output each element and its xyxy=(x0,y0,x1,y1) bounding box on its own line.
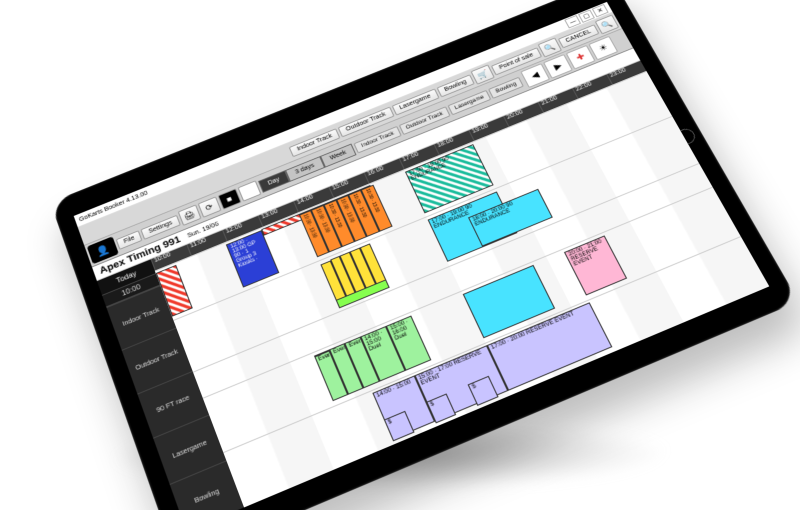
event-gp[interactable]: 12:00 · 13:00 GP 90 · 1 Group 3 Kiosks · xyxy=(226,231,279,288)
blank-icon[interactable] xyxy=(237,181,261,202)
event-block[interactable]: Event xyxy=(345,336,380,388)
event-block[interactable]: Event xyxy=(314,350,348,401)
event-reserve[interactable]: 17:00 · 20:00 RESERVE EVENT xyxy=(487,302,613,391)
event-duel[interactable]: 14:00 · 15:00 Duel xyxy=(360,326,406,382)
event-price[interactable]: $ xyxy=(468,376,499,406)
event-duel[interactable]: 15:00 · 16:00 Duel xyxy=(386,315,432,371)
stop-icon[interactable]: ■ xyxy=(217,189,241,210)
menu-file[interactable]: File xyxy=(116,230,143,250)
event-strip[interactable] xyxy=(360,243,389,290)
event-price[interactable]: $ xyxy=(384,411,414,441)
event-strip[interactable] xyxy=(320,261,348,307)
event-block[interactable]: Event xyxy=(329,343,364,395)
event-reserve[interactable]: 15:00 · 17:00 RESERVE EVENT xyxy=(414,345,508,422)
event-strip-footer[interactable] xyxy=(335,279,390,309)
event-price[interactable]: $ xyxy=(426,394,457,424)
event-bowl[interactable]: 14:00 · 15:00 xyxy=(372,376,434,440)
event-reserve[interactable]: 20:00 · 21:00 RESERVE EVENT xyxy=(564,235,627,295)
event-block[interactable] xyxy=(463,264,556,338)
refresh-icon[interactable]: ⟳ xyxy=(197,197,221,218)
print-icon[interactable]: 🖨 xyxy=(177,205,201,226)
event-block[interactable]: 13:00 · 14:00 xyxy=(314,336,380,401)
